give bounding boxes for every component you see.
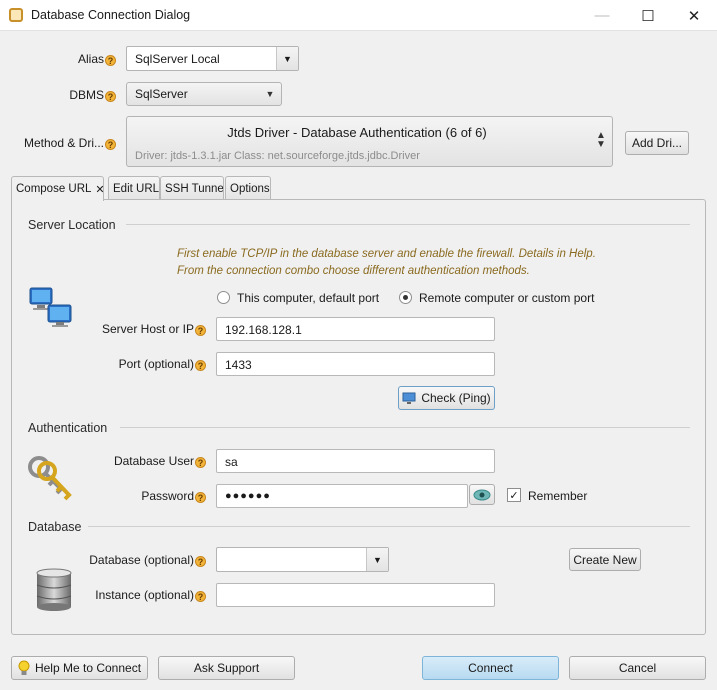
- title-bar: Database Connection Dialog — ☐ ✕: [0, 0, 717, 31]
- help-icon[interactable]: ?: [105, 55, 116, 66]
- chevron-down-icon[interactable]: ▼: [259, 83, 281, 105]
- driver-title: Jtds Driver - Database Authentication (6…: [227, 125, 487, 140]
- help-me-connect-button[interactable]: Help Me to Connect: [11, 656, 148, 680]
- server-host-label-text: Server Host or IP: [101, 322, 194, 336]
- help-icon[interactable]: ?: [195, 457, 206, 468]
- database-user-input[interactable]: sa: [216, 449, 495, 473]
- remember-label: Remember: [528, 489, 588, 503]
- tab-compose-url[interactable]: Compose URL ✕: [11, 176, 104, 201]
- help-icon[interactable]: ?: [195, 360, 206, 371]
- maximize-button[interactable]: ☐: [625, 0, 671, 31]
- info-line-2: From the connection combo choose differe…: [177, 265, 530, 277]
- database-user-label-text: Database User: [113, 454, 194, 468]
- tab-label: Compose URL: [16, 183, 92, 195]
- radio-this-computer[interactable]: [217, 291, 230, 304]
- dbms-label-text: DBMS: [69, 88, 104, 102]
- add-driver-button[interactable]: Add Dri...: [625, 131, 689, 155]
- separator: [126, 224, 690, 225]
- dbms-label: DBMS?: [20, 88, 116, 102]
- help-icon[interactable]: ?: [195, 591, 206, 602]
- instance-input[interactable]: [216, 583, 495, 607]
- section-server-location: Server Location: [28, 218, 116, 232]
- help-icon[interactable]: ?: [105, 139, 116, 150]
- database-optional-label: Database (optional)?: [60, 553, 206, 567]
- help-icon[interactable]: ?: [195, 325, 206, 336]
- port-label: Port (optional)?: [60, 357, 206, 371]
- driver-subtitle: Driver: jtds-1.3.1.jar Class: net.source…: [135, 150, 420, 162]
- ask-support-button[interactable]: Ask Support: [158, 656, 295, 680]
- port-input[interactable]: 1433: [216, 352, 495, 376]
- database-user-label: Database User?: [60, 454, 206, 468]
- monitor-icon: [402, 392, 416, 404]
- show-password-button[interactable]: [469, 484, 495, 505]
- info-line-1: First enable TCP/IP in the database serv…: [177, 248, 596, 260]
- remember-checkbox[interactable]: ✓: [507, 488, 521, 502]
- help-icon[interactable]: ?: [195, 556, 206, 567]
- help-icon[interactable]: ?: [105, 91, 116, 102]
- database-optional-label-text: Database (optional): [89, 553, 194, 567]
- check-ping-button[interactable]: Check (Ping): [398, 386, 495, 410]
- password-label: Password?: [60, 489, 206, 503]
- create-new-button[interactable]: Create New: [569, 548, 641, 571]
- database-combo[interactable]: ▼: [216, 547, 389, 572]
- tab-ssh-tunnel[interactable]: SSH Tunnel: [160, 176, 224, 200]
- minimize-button[interactable]: —: [579, 0, 625, 31]
- help-icon[interactable]: ?: [195, 492, 206, 503]
- eye-icon: [473, 489, 491, 500]
- check-ping-label: Check (Ping): [421, 391, 491, 405]
- port-label-text: Port (optional): [118, 357, 194, 371]
- alias-label: Alias?: [20, 52, 116, 66]
- help-me-connect-label: Help Me to Connect: [34, 661, 142, 675]
- info-text: First enable TCP/IP in the database serv…: [177, 246, 596, 280]
- connect-button[interactable]: Connect: [422, 656, 559, 680]
- method-label-text: Method & Dri...: [23, 136, 104, 150]
- alias-combo[interactable]: SqlServer Local ▼: [126, 46, 299, 71]
- separator: [120, 427, 690, 428]
- tab-edit-url[interactable]: Edit URL: [108, 176, 160, 200]
- dbms-combo[interactable]: SqlServer ▼: [126, 82, 282, 106]
- section-authentication: Authentication: [28, 421, 108, 435]
- close-button[interactable]: ✕: [671, 0, 717, 31]
- alias-value: SqlServer Local: [135, 52, 220, 66]
- method-driver-combo[interactable]: Jtds Driver - Database Authentication (6…: [126, 116, 613, 167]
- server-host-label: Server Host or IP?: [60, 322, 206, 336]
- cancel-button[interactable]: Cancel: [569, 656, 706, 680]
- instance-optional-label-text: Instance (optional): [95, 588, 194, 602]
- chevron-down-icon[interactable]: ▼: [366, 548, 388, 571]
- separator: [88, 526, 690, 527]
- close-icon[interactable]: ✕: [95, 183, 103, 196]
- section-database: Database: [28, 520, 82, 534]
- app-icon: [9, 8, 23, 22]
- tab-options[interactable]: Options: [225, 176, 271, 200]
- server-host-input[interactable]: 192.168.128.1: [216, 317, 495, 341]
- radio-remote-computer[interactable]: [399, 291, 412, 304]
- lightbulb-icon: [18, 660, 30, 675]
- dbms-value: SqlServer: [135, 87, 188, 101]
- spinner-arrows-icon[interactable]: ▲ ▼: [595, 131, 607, 150]
- instance-optional-label: Instance (optional)?: [60, 588, 206, 602]
- password-input[interactable]: ●●●●●●: [216, 484, 468, 508]
- radio-this-computer-label: This computer, default port: [237, 291, 380, 305]
- chevron-down-icon[interactable]: ▼: [276, 47, 298, 70]
- password-label-text: Password: [141, 489, 194, 503]
- alias-label-text: Alias: [77, 52, 104, 66]
- method-label: Method & Dri...?: [10, 136, 116, 150]
- radio-remote-computer-label: Remote computer or custom port: [419, 291, 595, 305]
- window-title: Database Connection Dialog: [31, 8, 191, 22]
